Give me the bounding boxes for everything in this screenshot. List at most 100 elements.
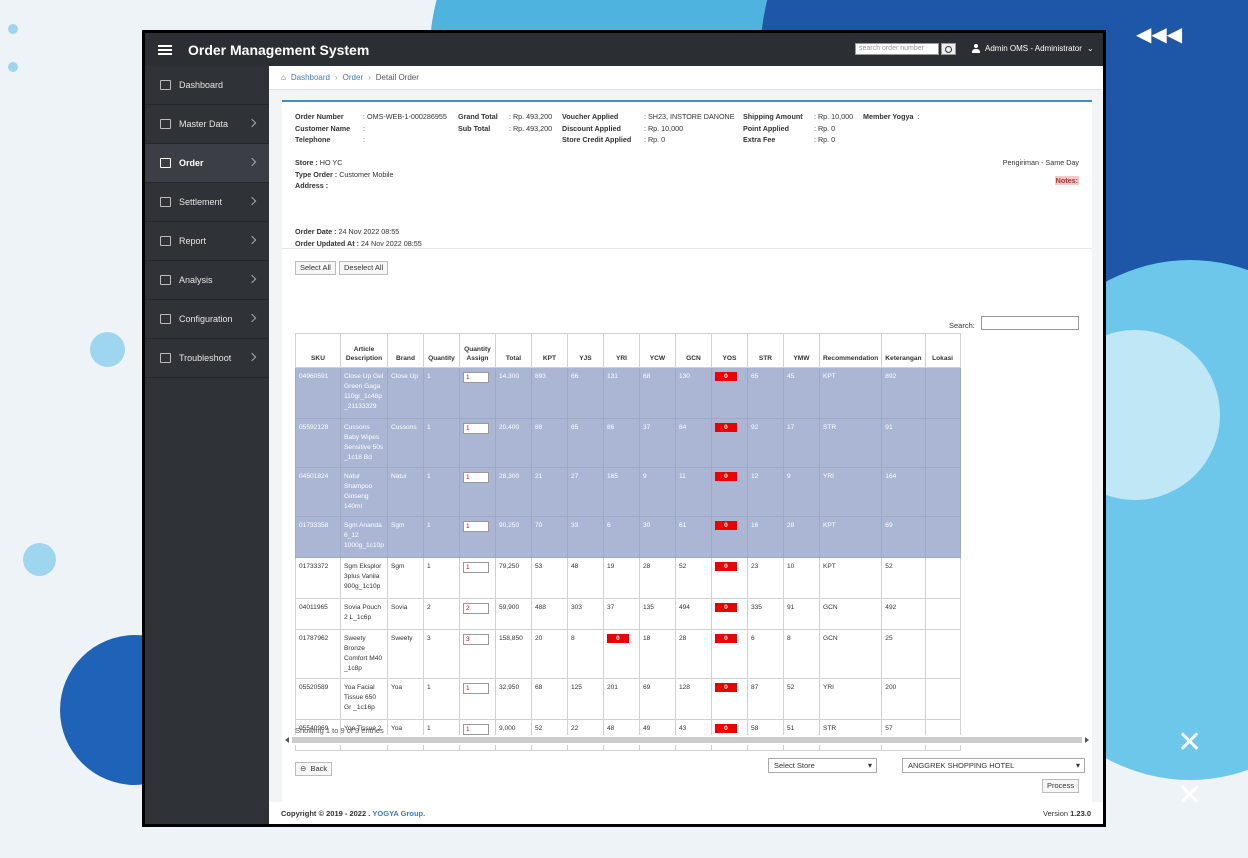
scroll-left-icon[interactable] <box>285 737 289 743</box>
table-cell-sku: 01733372 <box>295 557 341 599</box>
table-row[interactable]: 04501824 Natur Shampoo Ginseng 140ml Natur… <box>295 467 961 517</box>
table-cell-total: 20,400 <box>494 418 532 468</box>
table-cell-kpt: 53 <box>530 557 568 599</box>
shipping-method-value: Pengiriman - Same Day <box>1002 158 1079 167</box>
sidebar-item-label: Order <box>179 158 204 168</box>
table-cell-recommendation: YRI <box>818 467 883 517</box>
column-header[interactable]: YMW <box>782 333 820 368</box>
column-header[interactable]: KPT <box>530 333 568 368</box>
quantity-assign-input[interactable]: 1 <box>462 683 489 694</box>
table-row[interactable]: 04960591 Close Up Gel Green Gaga 110gr_1c… <box>295 367 961 419</box>
chevron-right-icon <box>247 313 257 323</box>
sidebar-item-report[interactable]: Report <box>145 222 269 261</box>
table-search-input[interactable] <box>981 316 1079 330</box>
quantity-assign-input[interactable]: 1 <box>462 562 489 573</box>
table-cell-total: 59,900 <box>494 598 532 630</box>
column-header[interactable]: Lokasi <box>924 333 961 368</box>
table-row[interactable]: 05520589 Yoa Facial Tissue 650 Gr _1c16p Y… <box>295 678 961 720</box>
sidebar-item-master-data[interactable]: Master Data <box>145 105 269 144</box>
table-cell-brand: Sgm <box>386 557 424 599</box>
column-header[interactable]: Brand <box>386 333 424 368</box>
table-row[interactable]: 01733372 Sgm Eksplor 3plus Vanila 900g_1c… <box>295 557 961 599</box>
column-header[interactable]: YCW <box>638 333 676 368</box>
process-button[interactable]: Process <box>1042 779 1080 793</box>
order-detail-panel: Order Number Customer Name Telephone : O… <box>282 100 1092 810</box>
quantity-assign-input[interactable]: 1 <box>462 372 489 383</box>
table-cell-ycw: 37 <box>638 418 676 468</box>
column-header[interactable]: Total <box>494 333 532 368</box>
table-cell-total: 14,300 <box>494 367 532 419</box>
table-cell-ycw: 28 <box>638 557 676 599</box>
table-row[interactable]: 05592128 Cussons Baby Wipes Sensitive 50s… <box>295 418 961 468</box>
location-dropdown[interactable]: ANGGREK SHOPPING HOTEL <box>902 758 1085 773</box>
sliders-icon <box>160 314 171 324</box>
horizontal-scrollbar[interactable] <box>282 735 1092 745</box>
table-cell-str: 92 <box>746 418 784 468</box>
table-cell-ymw: 8 <box>782 629 820 679</box>
store-label: Store : <box>295 158 318 167</box>
menu-toggle-icon[interactable] <box>158 44 172 55</box>
column-header[interactable]: YJS <box>566 333 604 368</box>
column-header[interactable]: Recommendation <box>818 333 883 368</box>
table-body: 04960591 Close Up Gel Green Gaga 110gr_1c… <box>295 367 961 751</box>
table-cell-yri: 37 <box>602 598 640 630</box>
order-labels-col3: Voucher Applied Discount Applied Store C… <box>562 111 631 146</box>
table-row[interactable]: 04011965 Sovia Pouch 2 L_1c6p Sovia 2 2 59,90… <box>295 598 961 630</box>
table-row[interactable]: 01787962 Sweety Bronze Comfort M40 _1c8p S… <box>295 629 961 679</box>
voucher-label: Voucher Applied <box>562 112 619 121</box>
back-button[interactable]: ⊖ Back <box>295 762 333 776</box>
column-header[interactable]: YRI <box>602 333 640 368</box>
column-header[interactable]: Quantity Assign <box>458 333 496 368</box>
column-header[interactable]: STR <box>746 333 784 368</box>
breadcrumb-order[interactable]: Order <box>343 73 363 82</box>
quantity-assign-input[interactable]: 1 <box>462 423 489 434</box>
order-values-col3: : SH23, INSTORE DANONE : Rp. 10,000 : Rp… <box>644 111 735 146</box>
member-yogya-label: Member Yogya <box>863 112 914 121</box>
quantity-assign-input[interactable]: 1 <box>462 521 489 532</box>
select-all-button[interactable]: Select All <box>295 261 336 275</box>
sidebar-item-troubleshoot[interactable]: Troubleshoot <box>145 339 269 378</box>
quantity-assign-input[interactable]: 1 <box>462 724 489 735</box>
search-icon[interactable] <box>941 43 956 55</box>
home-icon <box>160 80 171 90</box>
quantity-assign-input[interactable]: 2 <box>462 603 489 614</box>
column-header[interactable]: SKU <box>295 333 341 368</box>
table-cell-ymw: 45 <box>782 367 820 419</box>
quantity-assign-input[interactable]: 1 <box>462 472 489 483</box>
column-header[interactable]: Quantity <box>422 333 460 368</box>
breadcrumb-separator: › <box>334 73 338 82</box>
column-header[interactable]: Keterangan <box>881 333 926 368</box>
sidebar-item-dashboard[interactable]: Dashboard <box>145 66 269 105</box>
sidebar-item-label: Analysis <box>179 275 213 285</box>
column-header[interactable]: GCN <box>674 333 712 368</box>
quantity-assign-input[interactable]: 3 <box>462 634 489 645</box>
table-row[interactable]: 01733358 Sgm Ananda 6_12 1000g_1c10p Sgm 1 1… <box>295 516 961 558</box>
stock-zero-badge: 0 <box>606 634 629 643</box>
user-menu[interactable]: Admin OMS - Administrator ⌄ <box>972 44 1094 53</box>
order-search-input[interactable]: search order number <box>855 43 939 55</box>
scroll-right-icon[interactable] <box>1085 737 1089 743</box>
table-cell-ymw: 17 <box>782 418 820 468</box>
table-cell-quantity-assign: 1 <box>458 678 496 720</box>
table-cell-yos: 0 <box>710 629 748 679</box>
select-store-dropdown[interactable]: Select Store <box>768 758 877 773</box>
table-cell-total: 90,250 <box>494 516 532 558</box>
sidebar-item-order[interactable]: Order <box>145 144 269 183</box>
deselect-all-button[interactable]: Deselect All <box>339 261 389 275</box>
table-cell-yri: 165 <box>602 467 640 517</box>
breadcrumb-dashboard[interactable]: Dashboard <box>291 73 330 82</box>
grand-total: : Rp. 493,200 <box>509 112 553 121</box>
column-header[interactable]: YOS <box>710 333 748 368</box>
sidebar-item-settlement[interactable]: Settlement <box>145 183 269 222</box>
sidebar-item-configuration[interactable]: Configuration <box>145 300 269 339</box>
version-label: Version <box>1043 808 1069 818</box>
scrollbar-thumb[interactable] <box>292 737 1082 743</box>
app-title: Order Management System <box>188 41 370 58</box>
column-header[interactable]: Article Description <box>340 333 388 368</box>
table-cell-quantity: 1 <box>422 467 460 517</box>
point-applied: : Rp. 0 <box>814 123 836 133</box>
table-cell-recommendation: GCN <box>818 629 883 679</box>
company-link[interactable]: YOGYA Group. <box>372 809 425 818</box>
shipping-amount: : Rp. 10,000 <box>814 112 854 121</box>
sidebar-item-analysis[interactable]: Analysis <box>145 261 269 300</box>
